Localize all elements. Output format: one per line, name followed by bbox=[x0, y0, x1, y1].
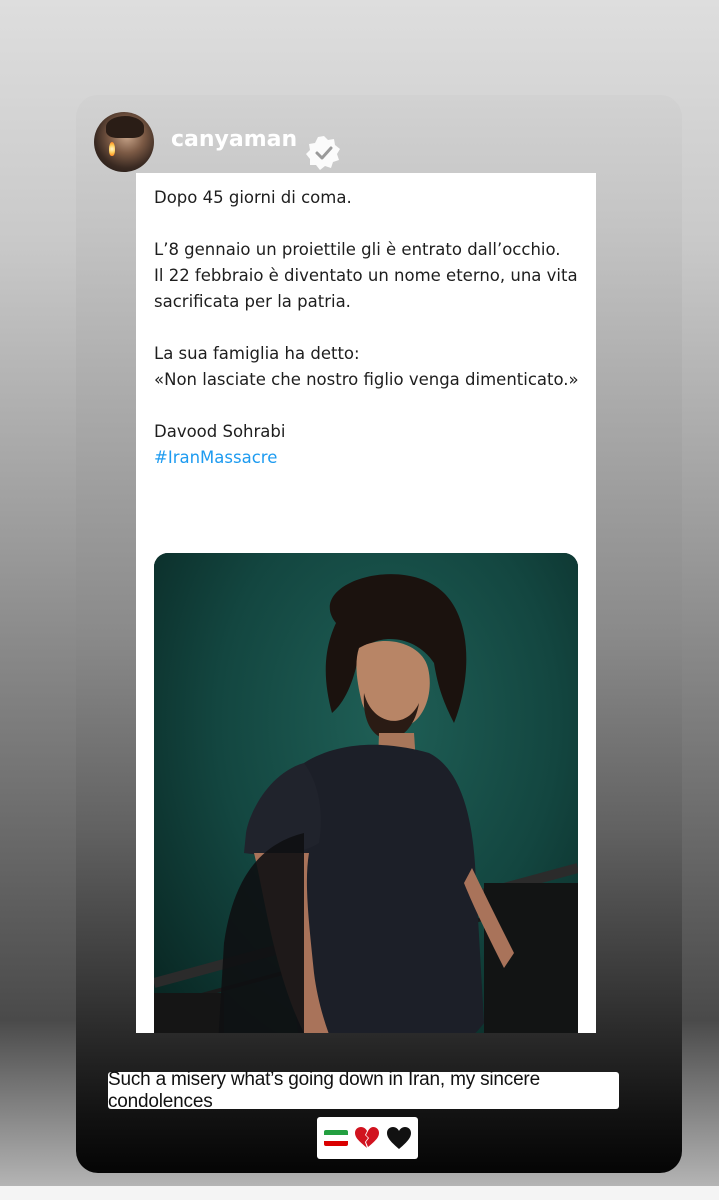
tweet-photo[interactable] bbox=[154, 553, 578, 1033]
avatar[interactable] bbox=[94, 112, 154, 172]
hashtag-link[interactable]: #IranMassacre bbox=[154, 445, 584, 471]
tweet-line: «Non lasciate che nostro figlio venga di… bbox=[154, 370, 579, 389]
username[interactable]: canyaman bbox=[171, 127, 297, 152]
avatar-hair bbox=[106, 116, 144, 138]
story-caption: Such a misery what’s going down in Iran,… bbox=[108, 1069, 619, 1112]
emoji-sticker bbox=[317, 1117, 418, 1159]
bottom-strip bbox=[0, 1186, 719, 1200]
iran-flag-icon bbox=[323, 1130, 348, 1146]
story-frame: canyaman Dopo 45 giorni di coma. L’8 gen… bbox=[76, 95, 682, 1173]
tweet-author-name: Davood Sohrabi bbox=[154, 422, 286, 441]
photo-illustration bbox=[154, 553, 578, 1033]
tweet-line: La sua famiglia ha detto: bbox=[154, 344, 360, 363]
lighter-flame bbox=[109, 142, 115, 156]
story-header: canyaman bbox=[94, 112, 344, 172]
broken-heart-icon bbox=[354, 1127, 379, 1148]
verified-badge-icon bbox=[306, 136, 341, 170]
tweet-card[interactable]: Dopo 45 giorni di coma. L’8 gennaio un p… bbox=[136, 173, 596, 1033]
tweet-line: L’8 gennaio un proiettile gli è entrato … bbox=[154, 240, 561, 259]
tweet-line: Il 22 febbraio è diventato un nome etern… bbox=[154, 266, 578, 311]
tweet-text: Dopo 45 giorni di coma. L’8 gennaio un p… bbox=[154, 185, 584, 471]
black-heart-icon bbox=[386, 1127, 411, 1149]
tweet-line: Dopo 45 giorni di coma. bbox=[154, 188, 352, 207]
